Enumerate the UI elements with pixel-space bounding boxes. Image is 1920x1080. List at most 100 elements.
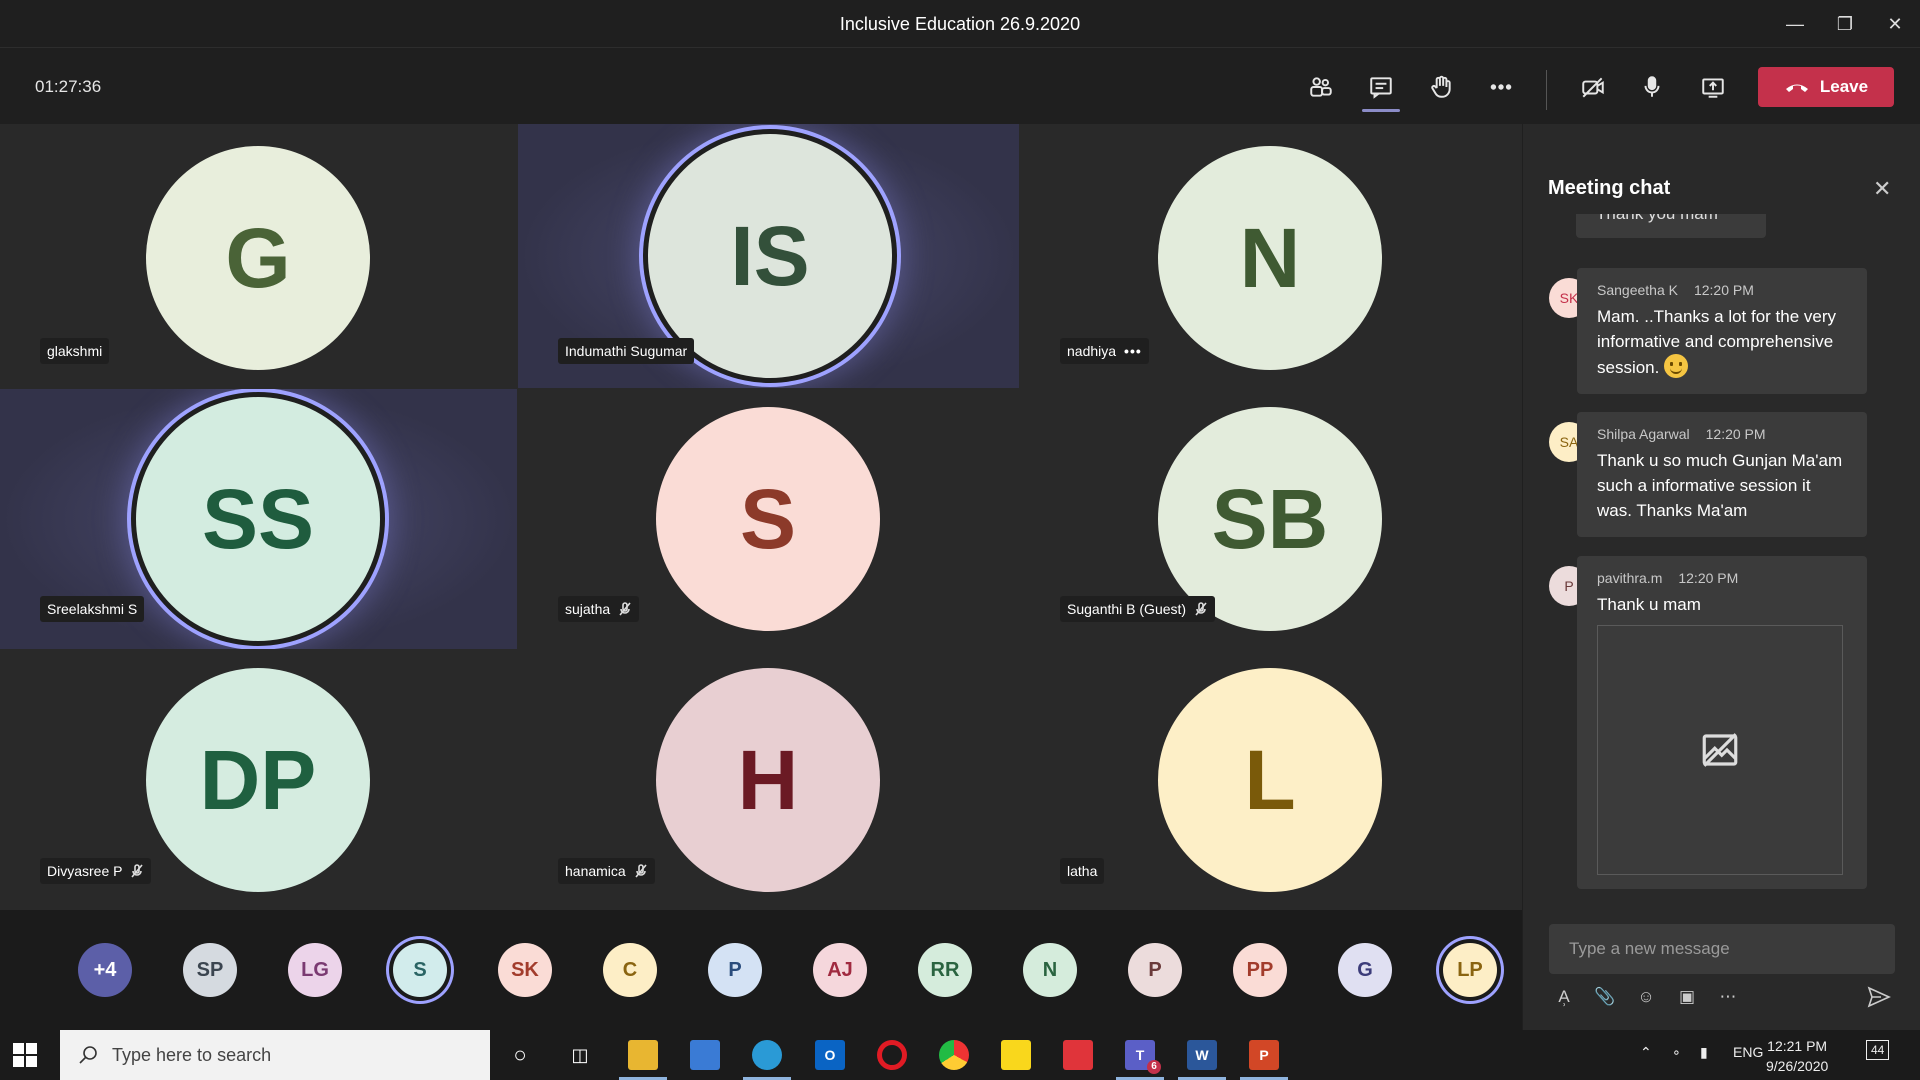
teams-icon[interactable]: T6 <box>1116 1040 1164 1080</box>
attach-icon[interactable]: 📎 <box>1594 986 1616 1008</box>
participant-tile[interactable]: G glakshmi <box>0 124 517 388</box>
language-indicator[interactable]: ENG <box>1733 1044 1763 1060</box>
minimize-button[interactable]: — <box>1780 10 1810 38</box>
participant-avatar[interactable]: G <box>1338 943 1392 997</box>
system-clock[interactable]: 12:21 PM 9/26/2020 <box>1766 1036 1828 1076</box>
message-input[interactable]: Type a new message <box>1549 924 1895 974</box>
participant-avatar[interactable]: LG <box>288 943 342 997</box>
participant-name: Divyasree P <box>47 863 123 879</box>
share-screen-icon[interactable] <box>1694 68 1732 106</box>
close-window-button[interactable]: ✕ <box>1880 10 1910 38</box>
message-time: 12:20 PM <box>1693 282 1754 298</box>
leave-button[interactable]: Leave <box>1758 67 1894 107</box>
participant-avatar[interactable]: SP <box>183 943 237 997</box>
send-icon[interactable] <box>1867 986 1891 1008</box>
outlook-icon[interactable]: O <box>815 1040 845 1070</box>
participant-avatar[interactable]: P <box>708 943 762 997</box>
leave-label: Leave <box>1819 77 1869 96</box>
participant-tile[interactable]: SS Sreelakshmi S <box>0 389 517 649</box>
participant-name: Sreelakshmi S <box>47 601 138 617</box>
window-title: Inclusive Education 26.9.2020 <box>839 14 1081 34</box>
chat-message[interactable]: pavithra.m 12:20 PM Thank u mam <box>1577 556 1867 889</box>
windows-taskbar: Type here to search ○ ◫ O T6 W P ⌃ ∘ ▮ E… <box>0 1030 1920 1080</box>
mic-off-icon <box>619 602 631 616</box>
participants-icon[interactable] <box>1302 68 1340 106</box>
wifi-icon[interactable]: ∘ <box>1672 1044 1681 1061</box>
format-icon[interactable]: A̹ <box>1553 986 1575 1008</box>
participant-tile[interactable]: H hanamica <box>518 650 1019 910</box>
raise-hand-icon[interactable] <box>1422 68 1460 106</box>
participant-nameplate: Divyasree P <box>40 858 152 884</box>
image-attachment[interactable] <box>1597 625 1843 875</box>
participant-tile[interactable]: S sujatha <box>518 389 1019 649</box>
teams-badge: 6 <box>1147 1060 1161 1074</box>
participant-tile[interactable]: IS Indumathi Sugumar <box>518 124 1019 388</box>
participant-avatar[interactable]: N <box>1023 943 1077 997</box>
participant-tile[interactable]: SB Suganthi B (Guest) <box>1020 389 1522 649</box>
more-options-icon[interactable]: ••• <box>1124 343 1142 359</box>
message-text: Mam. ..Thanks a lot for the very informa… <box>1597 307 1837 377</box>
participant-avatar[interactable]: S <box>393 943 447 997</box>
avatar: DP <box>146 668 370 892</box>
microphone-icon[interactable] <box>1633 68 1671 106</box>
participant-nameplate: Sreelakshmi S <box>40 596 145 622</box>
participant-name: hanamica <box>565 863 626 879</box>
participant-avatar[interactable]: LP <box>1443 943 1497 997</box>
notification-center-icon[interactable]: 44 <box>1866 1040 1890 1060</box>
store-icon[interactable] <box>690 1040 720 1070</box>
task-view-icon[interactable]: ◫ <box>565 1040 595 1070</box>
participant-avatar[interactable]: C <box>603 943 657 997</box>
title-bar: Inclusive Education 26.9.2020 — ❐ ✕ <box>0 0 1920 48</box>
message-time: 12:20 PM <box>1705 426 1766 442</box>
sticky-notes-icon[interactable] <box>1001 1040 1031 1070</box>
battery-icon[interactable]: ▮ <box>1700 1044 1708 1061</box>
camera-off-icon[interactable] <box>1574 68 1612 106</box>
message-sender: pavithra.m <box>1597 570 1663 586</box>
clock-date: 9/26/2020 <box>1766 1058 1829 1074</box>
show-hidden-icons[interactable]: ⌃ <box>1640 1044 1652 1061</box>
chat-message[interactable]: Shilpa Agarwal 12:20 PM Thank u so much G… <box>1577 412 1867 537</box>
participant-strip: +4 SP LG S SK C P AJ RR N P PP G LP <box>0 910 1522 1030</box>
message-sender: Sangeetha K <box>1597 282 1678 298</box>
participant-tile[interactable]: L latha <box>1020 650 1522 910</box>
message-text: Thank u mam <box>1597 595 1701 614</box>
more-options-icon[interactable] <box>1482 68 1520 106</box>
chat-icon[interactable] <box>1362 68 1400 112</box>
restore-button[interactable]: ❐ <box>1830 10 1860 38</box>
participant-name: nadhiya <box>1067 343 1117 359</box>
participant-avatar[interactable]: P <box>1128 943 1182 997</box>
app-icon[interactable] <box>1063 1040 1093 1070</box>
more-compose-options-icon[interactable]: ⋯ <box>1717 986 1739 1008</box>
chrome-icon[interactable] <box>939 1040 969 1070</box>
search-icon <box>79 1046 97 1064</box>
participant-tile[interactable]: N nadhiya ••• <box>1020 124 1522 388</box>
participant-name: sujatha <box>565 601 611 617</box>
participant-avatar[interactable]: SK <box>498 943 552 997</box>
powerpoint-icon[interactable]: P <box>1240 1040 1288 1080</box>
previous-message-text: Thank you mam <box>1596 214 1718 224</box>
participant-nameplate: glakshmi <box>40 338 110 364</box>
emoji-icon[interactable]: ☺ <box>1635 986 1657 1008</box>
avatar: G <box>146 146 370 370</box>
participant-avatar[interactable]: PP <box>1233 943 1287 997</box>
edge-icon[interactable] <box>743 1040 791 1080</box>
file-explorer-icon[interactable] <box>619 1040 667 1080</box>
cortana-icon[interactable]: ○ <box>505 1040 535 1070</box>
taskbar-search[interactable]: Type here to search <box>60 1030 490 1080</box>
close-chat-icon[interactable]: ✕ <box>1873 176 1891 202</box>
participant-nameplate: sujatha <box>558 596 640 622</box>
more-participants-button[interactable]: +4 <box>78 943 132 997</box>
participant-avatar[interactable]: RR <box>918 943 972 997</box>
sticker-icon[interactable]: ▣ <box>1676 986 1698 1008</box>
participant-tile[interactable]: DP Divyasree P <box>0 650 517 910</box>
word-icon[interactable]: W <box>1178 1040 1226 1080</box>
chat-message[interactable]: Sangeetha K 12:20 PM Mam. ..Thanks a lot … <box>1577 268 1867 394</box>
opera-icon[interactable] <box>877 1040 907 1070</box>
participant-nameplate: Indumathi Sugumar <box>558 338 695 364</box>
mic-off-icon <box>131 864 144 878</box>
participant-avatar[interactable]: AJ <box>813 943 867 997</box>
windows-start-icon[interactable] <box>12 1042 38 1068</box>
mic-off-icon <box>635 864 647 878</box>
avatar: S <box>656 407 880 631</box>
search-placeholder: Type here to search <box>112 1044 272 1065</box>
